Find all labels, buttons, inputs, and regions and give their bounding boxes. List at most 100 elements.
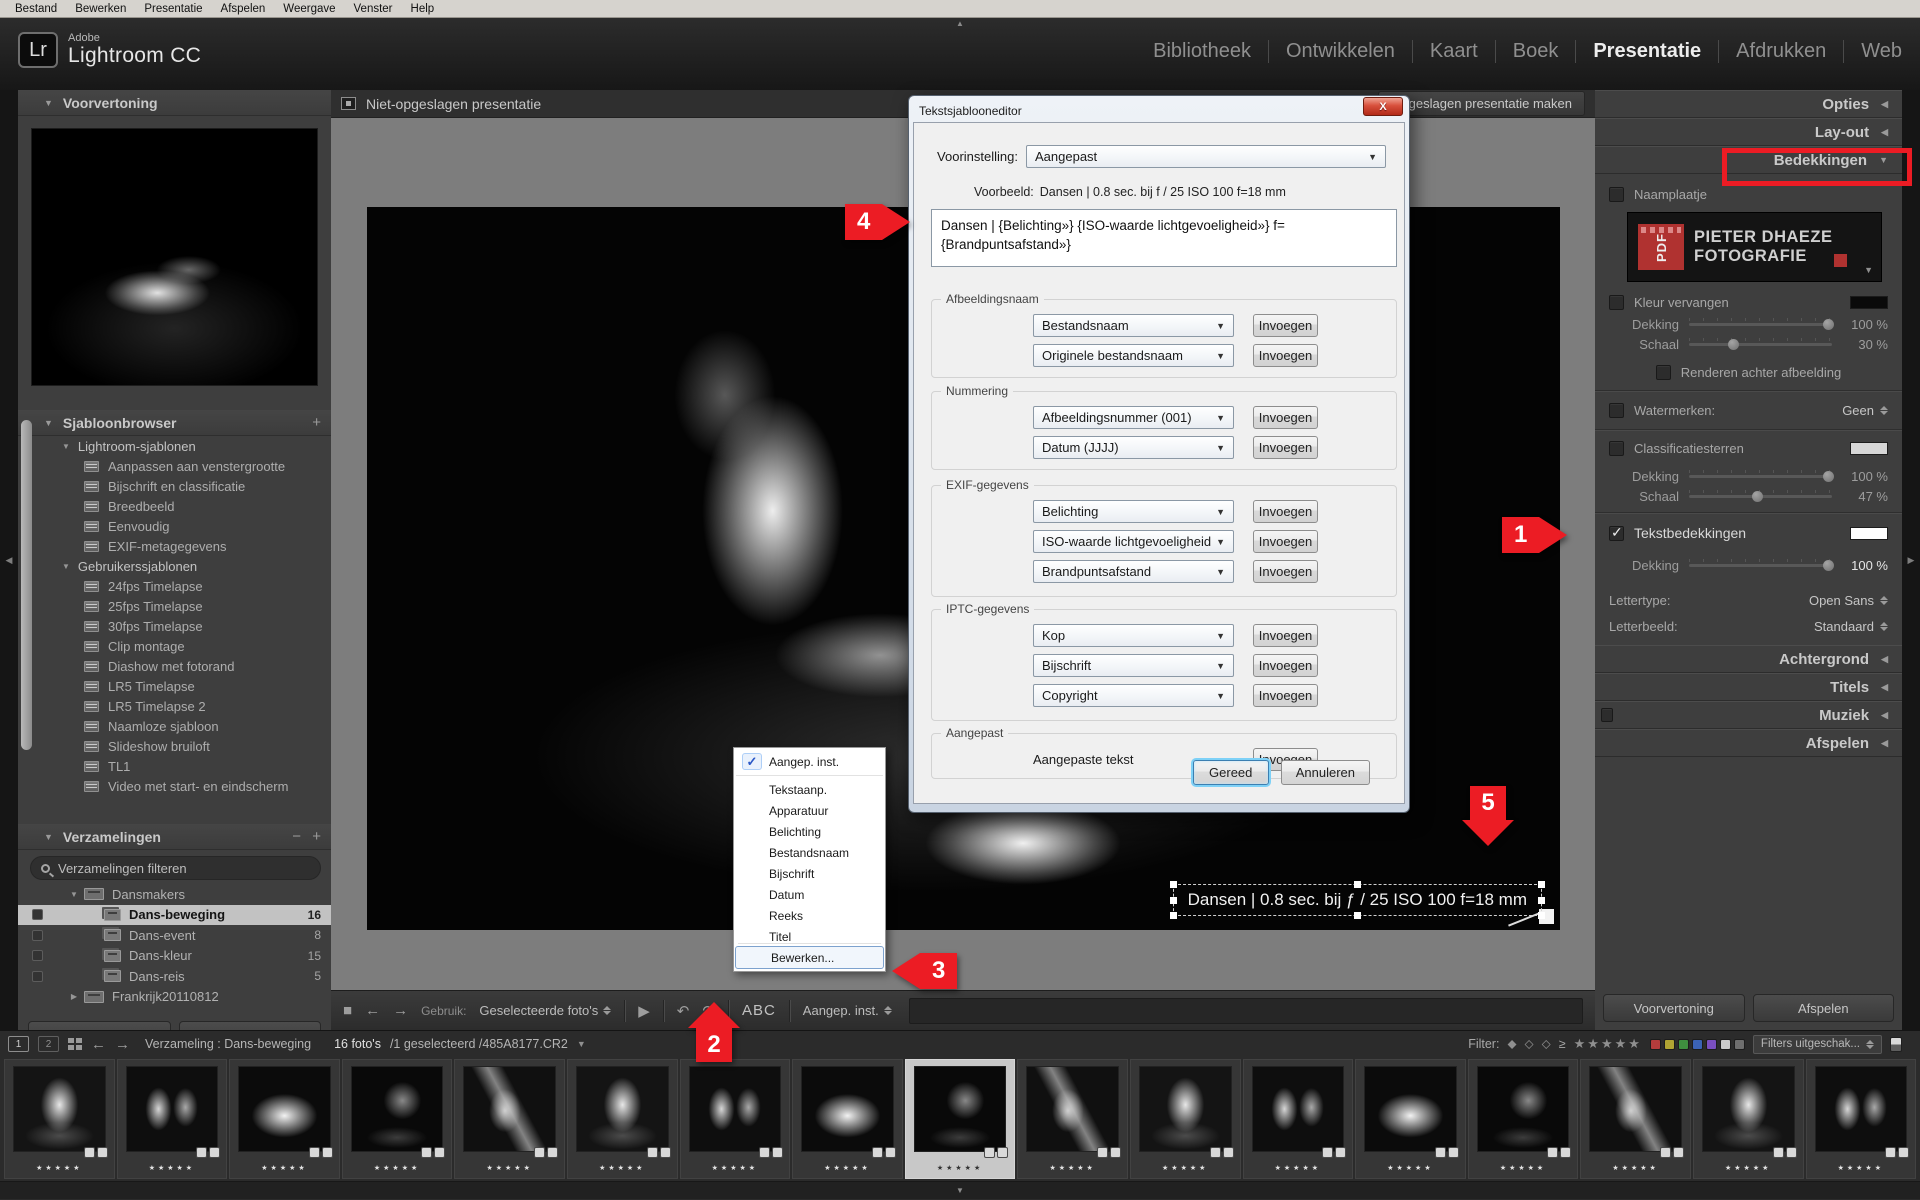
menu-item[interactable]: ✓ Reeks <box>734 905 885 926</box>
template-item[interactable]: Slideshow bruiloft <box>18 736 331 756</box>
close-icon[interactable]: X <box>1363 97 1403 116</box>
preview-panel-header[interactable]: ▼ Voorvertoning <box>18 90 331 116</box>
monitor-1-button[interactable]: 1 <box>8 1036 29 1052</box>
template-item[interactable]: Naamloze sjabloon <box>18 716 331 736</box>
section-afspelen[interactable]: Afspelen◀ <box>1595 729 1902 757</box>
thumbnail[interactable]: ★★★★★ <box>454 1059 565 1179</box>
forward-arrow-icon[interactable]: → <box>115 1036 130 1053</box>
remove-collection-icon[interactable]: − <box>292 828 301 845</box>
menu-item[interactable]: Bewerken <box>66 3 135 15</box>
invoegen-button[interactable]: Invoegen <box>1253 500 1318 523</box>
color-chip[interactable] <box>1706 1039 1717 1050</box>
add-template-icon[interactable]: + <box>312 414 321 431</box>
template-group-lightroom[interactable]: ▼ Lightroom-sjablonen <box>18 436 331 456</box>
template-item[interactable]: TL1 <box>18 756 331 776</box>
menu-item[interactable]: ✓ Bewerken... <box>736 947 883 968</box>
menu-item[interactable]: ✓ Bestandsnaam <box>734 842 885 863</box>
lettertype-dropdown[interactable]: Open Sans <box>1809 593 1888 608</box>
preset-dropdown[interactable]: Aangepast▼ <box>1026 145 1386 168</box>
template-group-user[interactable]: ▼ Gebruikerssjablonen <box>18 556 331 576</box>
template-item[interactable]: Clip montage <box>18 636 331 656</box>
menu-item[interactable]: ✓ Datum <box>734 884 885 905</box>
template-item[interactable]: EXIF-metagegevens <box>18 536 331 556</box>
section-opties[interactable]: Opties◀ <box>1595 90 1902 118</box>
section-layout[interactable]: Lay-out◀ <box>1595 118 1902 146</box>
voorvertoning-button[interactable]: Voorvertoning <box>1603 994 1745 1022</box>
custom-text-input[interactable] <box>909 998 1583 1024</box>
module-tab[interactable]: Presentatie <box>1576 40 1719 63</box>
resize-handle[interactable] <box>1170 912 1177 919</box>
color-chip[interactable] <box>1650 1039 1661 1050</box>
left-panel-scrollbar[interactable] <box>21 420 32 750</box>
collection-row[interactable]: Dans-reis 5 <box>18 966 331 987</box>
invoegen-button[interactable]: Invoegen <box>1253 684 1318 707</box>
color-chip[interactable] <box>1692 1039 1703 1050</box>
filter-toggle[interactable] <box>1890 1037 1902 1052</box>
section-muziek[interactable]: Muziek◀ <box>1595 701 1902 729</box>
letterbeeld-dropdown[interactable]: Standaard <box>1814 619 1888 634</box>
token-dropdown[interactable]: Afbeeldingsnummer (001)▼ <box>1033 406 1234 429</box>
thumbnail[interactable]: ★★★★★ <box>1017 1059 1128 1179</box>
export-pdf-button[interactable]: PDF exporteren... <box>28 1021 171 1030</box>
menu-item[interactable]: ✓ Belichting <box>734 821 885 842</box>
section-titels[interactable]: Titels◀ <box>1595 673 1902 701</box>
thumbnail[interactable]: ★★★★★ <box>905 1059 1016 1179</box>
previous-slide-icon[interactable]: ← <box>365 1002 380 1019</box>
template-item[interactable]: LR5 Timelapse 2 <box>18 696 331 716</box>
module-tab[interactable]: Kaart <box>1413 40 1496 63</box>
play-icon[interactable]: ▶ <box>638 1002 650 1020</box>
tekst-dekking-slider[interactable] <box>1689 564 1832 567</box>
module-tab[interactable]: Afdrukken <box>1719 40 1844 63</box>
collection-row[interactable]: Dans-event 8 <box>18 925 331 946</box>
token-dropdown[interactable]: Bestandsnaam▼ <box>1033 314 1234 337</box>
resize-handle[interactable] <box>1538 897 1545 904</box>
collection-checkbox[interactable] <box>32 930 43 941</box>
sterren-dekking-slider[interactable] <box>1689 475 1832 478</box>
module-tab[interactable]: Boek <box>1496 40 1577 63</box>
thumbnail[interactable]: ★★★★★ <box>1130 1059 1241 1179</box>
menu-item[interactable]: ✓ Tekstaanp. <box>734 779 885 800</box>
gereed-button[interactable]: Gereed <box>1193 760 1269 785</box>
chevron-down-icon[interactable]: ▼ <box>577 1039 586 1049</box>
tekst-color-swatch[interactable] <box>1850 527 1888 540</box>
collection-row[interactable]: ▶ Frankrijk20110812 <box>18 987 331 1008</box>
menu-item[interactable]: Help <box>402 3 444 15</box>
thumbnail[interactable]: ★★★★★ <box>680 1059 791 1179</box>
collapse-top-panel-icon[interactable]: ▲ <box>956 19 964 28</box>
template-browser-header[interactable]: ▼ Sjabloonbrowser + <box>18 410 331 436</box>
naamplaatje-checkbox[interactable] <box>1609 187 1624 202</box>
collection-row[interactable]: Dans-kleur 15 <box>18 946 331 967</box>
invoegen-button[interactable]: Invoegen <box>1253 406 1318 429</box>
menu-item[interactable]: Bestand <box>6 3 66 15</box>
token-dropdown[interactable]: Bijschrift▼ <box>1033 654 1234 677</box>
token-dropdown[interactable]: Datum (JJJJ)▼ <box>1033 436 1234 459</box>
thumbnail[interactable]: ★★★★★ <box>117 1059 228 1179</box>
kleur-vervangen-checkbox[interactable] <box>1609 295 1624 310</box>
watermerken-dropdown[interactable]: Geen <box>1842 403 1888 418</box>
thumbnail[interactable]: ★★★★★ <box>1580 1059 1691 1179</box>
color-chip[interactable] <box>1720 1039 1731 1050</box>
invoegen-button[interactable]: Invoegen <box>1253 530 1318 553</box>
identity-plate-preview[interactable]: PDF PIETER DHAEZEFOTOGRAFIE ▼ <box>1627 212 1882 282</box>
menu-item[interactable]: ✓ Aangep. inst. <box>734 751 885 772</box>
menu-item[interactable]: ✓ Apparatuur <box>734 800 885 821</box>
rating-ge[interactable]: ≥ <box>1559 1037 1566 1051</box>
invoegen-button[interactable]: Invoegen <box>1253 560 1318 583</box>
invoegen-button[interactable]: Invoegen <box>1253 654 1318 677</box>
token-dropdown[interactable]: Belichting▼ <box>1033 500 1234 523</box>
thumbnail[interactable]: ★★★★★ <box>4 1059 115 1179</box>
naamplaatje-schaal-slider[interactable] <box>1689 343 1832 346</box>
template-item[interactable]: 30fps Timelapse <box>18 616 331 636</box>
menu-item[interactable]: Weergave <box>274 3 344 15</box>
template-item[interactable]: Bijschrift en classificatie <box>18 476 331 496</box>
collection-row[interactable]: Dans-beweging 16 <box>18 905 331 926</box>
stop-icon[interactable]: ■ <box>343 1002 352 1019</box>
abc-text-button[interactable]: ABC <box>742 1002 776 1019</box>
sterren-schaal-slider[interactable] <box>1689 495 1832 498</box>
monitor-2-button[interactable]: 2 <box>38 1036 59 1052</box>
invoegen-button[interactable]: Invoegen <box>1253 344 1318 367</box>
back-arrow-icon[interactable]: ← <box>91 1036 106 1053</box>
token-dropdown[interactable]: ISO-waarde lichtgevoeligheid▼ <box>1033 530 1234 553</box>
sterren-color-swatch[interactable] <box>1850 442 1888 455</box>
resize-handle[interactable] <box>1538 881 1545 888</box>
